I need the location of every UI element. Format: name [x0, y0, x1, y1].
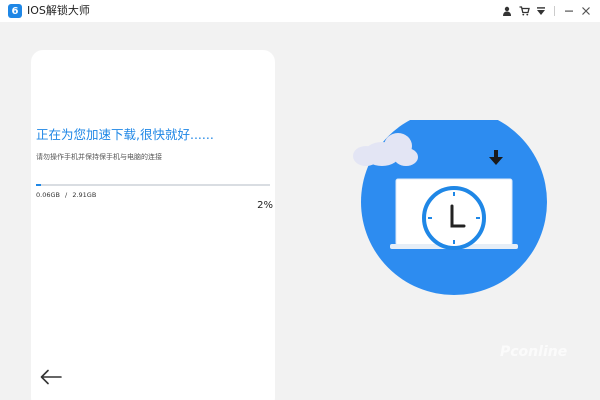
minimize-icon[interactable]: [561, 3, 577, 19]
app-logo-icon: 6: [8, 4, 22, 18]
back-button[interactable]: [40, 369, 62, 389]
size-separator: /: [65, 191, 68, 199]
progress-percent: 2%: [257, 200, 273, 211]
menu-down-icon[interactable]: [533, 3, 549, 19]
arrow-left-icon: [40, 369, 62, 385]
window-controls: [498, 3, 594, 19]
total-size: 2.91GB: [72, 191, 97, 199]
cloud-icon: [353, 133, 418, 166]
user-icon[interactable]: [499, 3, 515, 19]
downloaded-size: 0.06GB: [36, 191, 60, 199]
app-title: IOS解锁大师: [27, 4, 90, 17]
progress-bar-fill: [36, 184, 41, 186]
download-illustration: [340, 109, 555, 299]
download-hint: 请勿操作手机并保持保手机与电脑的连接: [36, 153, 162, 161]
title-bar: 6 IOS解锁大师: [0, 0, 600, 22]
progress-bar: [36, 184, 270, 186]
close-icon[interactable]: [578, 3, 594, 19]
pconline-watermark: Pconline: [500, 344, 568, 360]
controls-divider: [554, 6, 555, 16]
cart-icon[interactable]: [516, 3, 532, 19]
download-panel: 正在为您加速下载,很快就好...... 请勿操作手机并保持保手机与电脑的连接 0…: [31, 50, 275, 400]
download-size: 0.06GB / 2.91GB: [36, 191, 96, 199]
download-status-title: 正在为您加速下载,很快就好......: [36, 127, 214, 142]
